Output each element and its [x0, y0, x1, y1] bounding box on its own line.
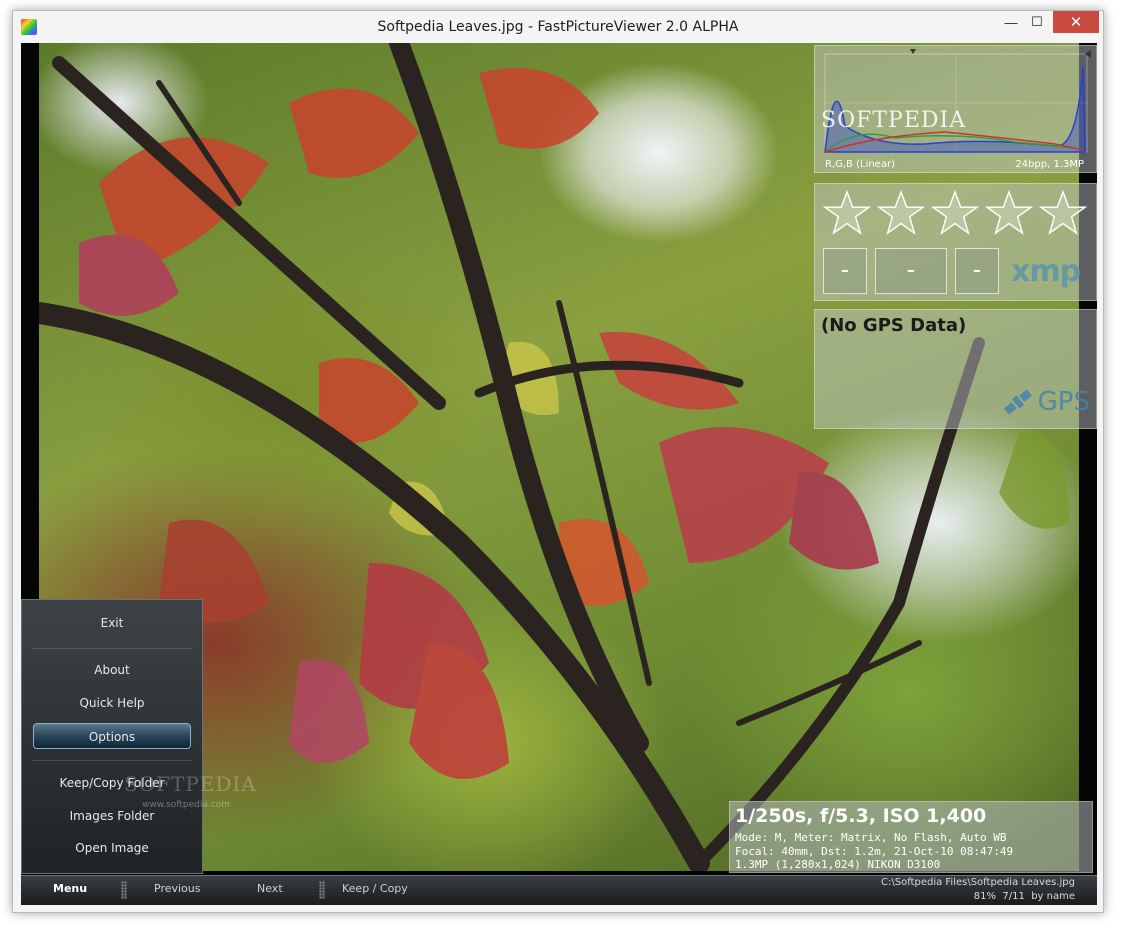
menu-item-options[interactable]: Options: [33, 723, 191, 749]
tag-box[interactable]: -: [955, 248, 999, 294]
gps-status: (No GPS Data): [821, 315, 967, 336]
next-button[interactable]: Next: [257, 876, 283, 905]
gps-panel: (No GPS Data) GPS: [814, 309, 1097, 429]
star-icon[interactable]: [1039, 190, 1087, 236]
histogram-watermark: SOFTPEDIA: [821, 108, 967, 133]
exif-exposure: 1/250s, f/5.3, ISO 1,400: [735, 805, 987, 827]
status-readout: 81% 7/11 by name: [974, 891, 1075, 902]
gps-logo: GPS: [1000, 384, 1090, 420]
menu-watermark-url: www.softpedia.com: [142, 800, 230, 810]
tag-box[interactable]: -: [823, 248, 867, 294]
menu-item-open-image[interactable]: Open Image: [22, 841, 202, 855]
exif-line-camera: 1.3MP (1,280x1,024) NIKON D3100: [735, 858, 941, 871]
star-icon[interactable]: [931, 190, 979, 236]
zoom-level: 81%: [973, 891, 996, 902]
keep-copy-button[interactable]: Keep / Copy: [342, 876, 408, 905]
exif-line-focal: Focal: 40mm, Dst: 1.2m, 21-Oct-10 08:47:…: [735, 845, 1014, 858]
app-window: Softpedia Leaves.jpg - FastPictureViewer…: [12, 10, 1104, 913]
rating-panel: - - - xmp: [814, 183, 1097, 301]
gps-logo-label: GPS: [1037, 387, 1090, 417]
maximize-button[interactable]: ☐: [1023, 11, 1051, 33]
tag-boxes: - - - xmp: [823, 248, 1081, 294]
menu-item-images-folder[interactable]: Images Folder: [22, 809, 202, 823]
menu-watermark: SOFTPEDIA: [124, 772, 257, 796]
bottom-toolbar: Menu Previous Next Keep / Copy C:\Softpe…: [21, 875, 1097, 905]
histogram-chart: [824, 49, 1091, 153]
menu-separator: [32, 648, 192, 649]
main-menu: Exit About Quick Help Options Keep/Copy …: [21, 599, 256, 874]
satellite-icon: [1003, 389, 1032, 415]
file-path: C:\Softpedia Files\Softpedia Leaves.jpg: [881, 877, 1075, 888]
title-bar[interactable]: Softpedia Leaves.jpg - FastPictureViewer…: [13, 11, 1103, 43]
xmp-logo: xmp: [1011, 253, 1081, 289]
menu-item-about[interactable]: About: [22, 663, 202, 677]
image-viewer[interactable]: SOFTPEDIA R,G,B (Linear) 24bpp, 1.3MP - …: [21, 43, 1097, 905]
star-icon[interactable]: [823, 190, 871, 236]
menu-item-quick-help[interactable]: Quick Help: [22, 696, 202, 710]
histogram-channels-label: R,G,B (Linear): [825, 159, 895, 170]
exif-line-mode: Mode: M, Meter: Matrix, No Flash, Auto W…: [735, 831, 1007, 844]
image-position: 7/11: [1002, 891, 1025, 902]
star-rating[interactable]: [823, 190, 1087, 236]
close-button[interactable]: ✕: [1053, 11, 1099, 33]
minimize-button[interactable]: —: [997, 11, 1025, 33]
histogram-info-label: 24bpp, 1.3MP: [1015, 159, 1084, 170]
tag-box[interactable]: -: [875, 248, 947, 294]
star-icon[interactable]: [985, 190, 1033, 236]
histogram-panel[interactable]: SOFTPEDIA R,G,B (Linear) 24bpp, 1.3MP: [814, 45, 1097, 173]
menu-button[interactable]: Menu: [53, 876, 87, 905]
grip-icon: [319, 881, 325, 899]
grip-icon: [121, 881, 127, 899]
menu-separator: [32, 760, 192, 761]
previous-button[interactable]: Previous: [154, 876, 201, 905]
sort-order: by name: [1031, 891, 1075, 902]
star-icon[interactable]: [877, 190, 925, 236]
exif-panel: 1/250s, f/5.3, ISO 1,400 Mode: M, Meter:…: [729, 801, 1093, 873]
menu-item-exit[interactable]: Exit: [22, 616, 202, 630]
window-title: Softpedia Leaves.jpg - FastPictureViewer…: [377, 19, 739, 35]
